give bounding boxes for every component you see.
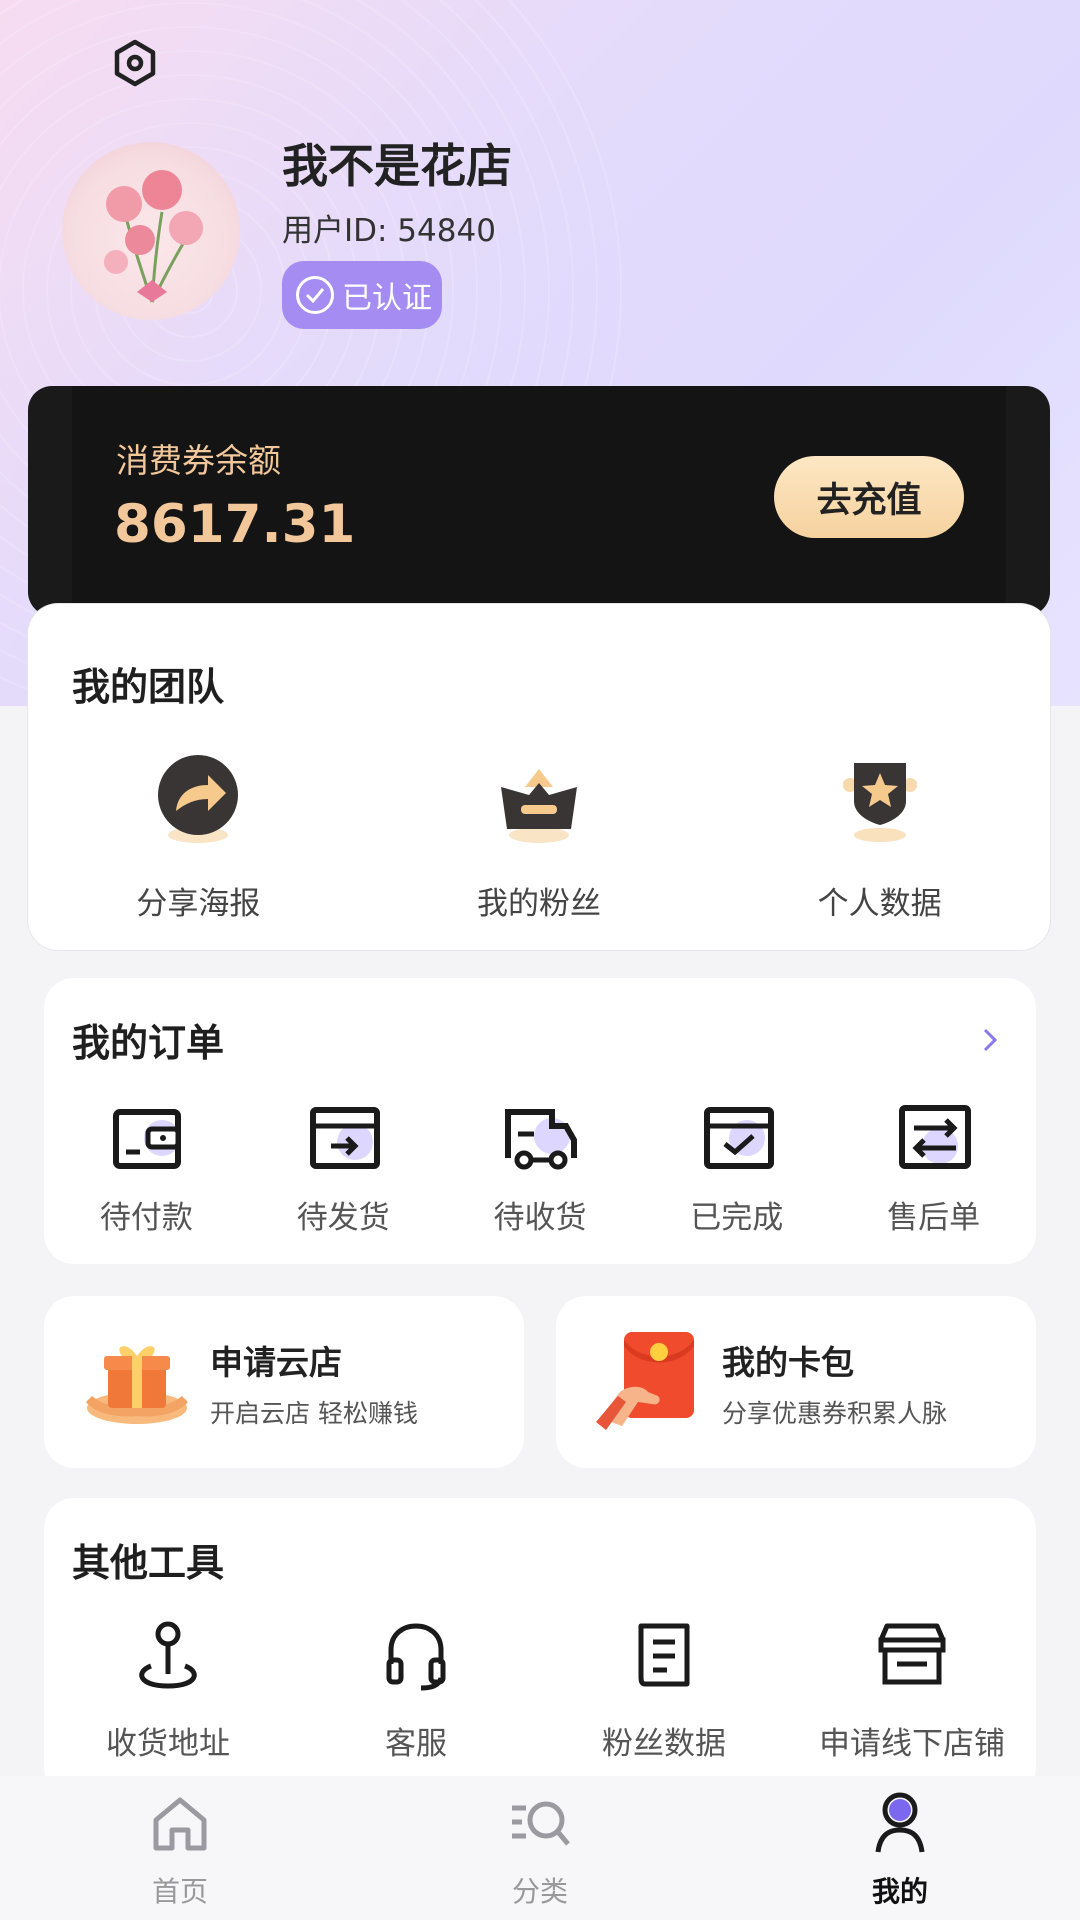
share-icon [158,755,239,843]
check-box-icon [703,1107,774,1169]
bottom-tab-bar: 首页 分类 我的 [0,1776,1080,1920]
tool-fan-data[interactable]: 粉丝数据 [540,1616,788,1763]
badge-star-icon [842,763,917,842]
settings-button[interactable] [108,36,162,90]
order-status-pending-shipment[interactable]: 待发货 [245,1102,442,1237]
tool-label: 客服 [385,1726,447,1762]
promo-title: 我的卡包 [722,1343,854,1382]
username: 我不是花店 [282,139,512,193]
orders-more-button[interactable] [970,1020,1010,1060]
tool-apply-offline-store[interactable]: 申请线下店铺 [788,1616,1036,1763]
order-status-label: 已完成 [690,1200,784,1236]
tool-label: 申请线下店铺 [819,1726,1005,1762]
order-status-completed[interactable]: 已完成 [638,1102,835,1237]
recharge-button[interactable]: 去充值 [774,456,964,538]
tool-shipping-address[interactable]: 收货地址 [44,1616,292,1763]
exchange-icon [898,1105,971,1169]
avatar[interactable] [62,142,240,320]
crown-icon [501,769,577,843]
location-pin-icon [139,1621,197,1689]
verified-badge: 已认证 [282,261,442,329]
user-id: 用户ID: 54840 [282,213,496,249]
my-card-wallet-card[interactable]: 我的卡包 分享优惠券积累人脉 [556,1296,1036,1468]
my-orders-title: 我的订单 [72,1021,225,1065]
team-item-personal-data[interactable]: 个人数据 [709,744,1050,923]
tool-label: 收货地址 [106,1726,230,1762]
wallet-icon [113,1109,182,1169]
voucher-balance-amount: 8617.31 [114,494,356,555]
promo-subtitle: 分享优惠券积累人脉 [722,1399,948,1428]
voucher-balance-label: 消费券余额 [116,441,281,480]
tab-home[interactable]: 首页 [0,1776,360,1920]
home-icon [153,1797,207,1851]
avatar-flowers-image [104,170,203,303]
category-search-icon [512,1801,570,1846]
order-status-label: 待付款 [99,1200,193,1236]
headset-icon [386,1623,446,1691]
truck-icon [504,1109,577,1170]
team-item-my-fans[interactable]: 我的粉丝 [369,744,710,923]
order-status-after-sales[interactable]: 售后单 [835,1102,1032,1237]
gift-hands-icon [86,1346,188,1424]
tab-label: 我的 [871,1875,928,1908]
settings-icon [114,39,156,87]
promo-title: 申请云店 [210,1343,342,1382]
tool-label: 粉丝数据 [602,1726,726,1762]
order-status-label: 待发货 [296,1200,390,1236]
tab-label: 首页 [151,1875,208,1908]
ship-box-icon [310,1107,381,1169]
user-icon [875,1792,925,1853]
document-icon [638,1623,690,1687]
team-item-share-poster[interactable]: 分享海报 [28,744,369,923]
my-team-title: 我的团队 [72,665,225,709]
chevron-right-icon [983,1028,998,1052]
order-status-pending-receipt[interactable]: 待收货 [442,1102,639,1237]
order-status-label: 售后单 [887,1200,981,1236]
order-status-pending-payment[interactable]: 待付款 [48,1102,245,1237]
apply-cloud-store-card[interactable]: 申请云店 开启云店 轻松赚钱 [44,1296,524,1468]
team-item-label: 个人数据 [817,886,942,922]
tool-customer-service[interactable]: 客服 [292,1616,540,1763]
my-team-card: 我的团队 分享海报 我的粉丝 个人数据 [28,604,1050,950]
team-item-label: 我的粉丝 [477,886,601,922]
store-icon [878,1623,946,1685]
tab-category[interactable]: 分类 [360,1776,720,1920]
my-orders-card: 我的订单 待付款 待发货 待收货 已完成 售后单 [44,978,1036,1264]
other-tools-card: 其他工具 收货地址 客服 粉丝数据 申请线下店铺 [44,1498,1036,1798]
team-item-label: 分享海报 [136,886,261,922]
tab-mine[interactable]: 我的 [720,1776,1080,1920]
voucher-balance-card: 消费券余额 8617.31 去充值 [28,386,1050,616]
red-envelope-icon [596,1332,694,1430]
other-tools-title: 其他工具 [72,1541,225,1585]
promo-subtitle: 开启云店 轻松赚钱 [210,1399,418,1428]
order-status-label: 待收货 [493,1200,587,1236]
verified-label: 已认证 [342,281,432,316]
check-circle-icon [296,276,334,314]
tab-label: 分类 [511,1875,568,1908]
